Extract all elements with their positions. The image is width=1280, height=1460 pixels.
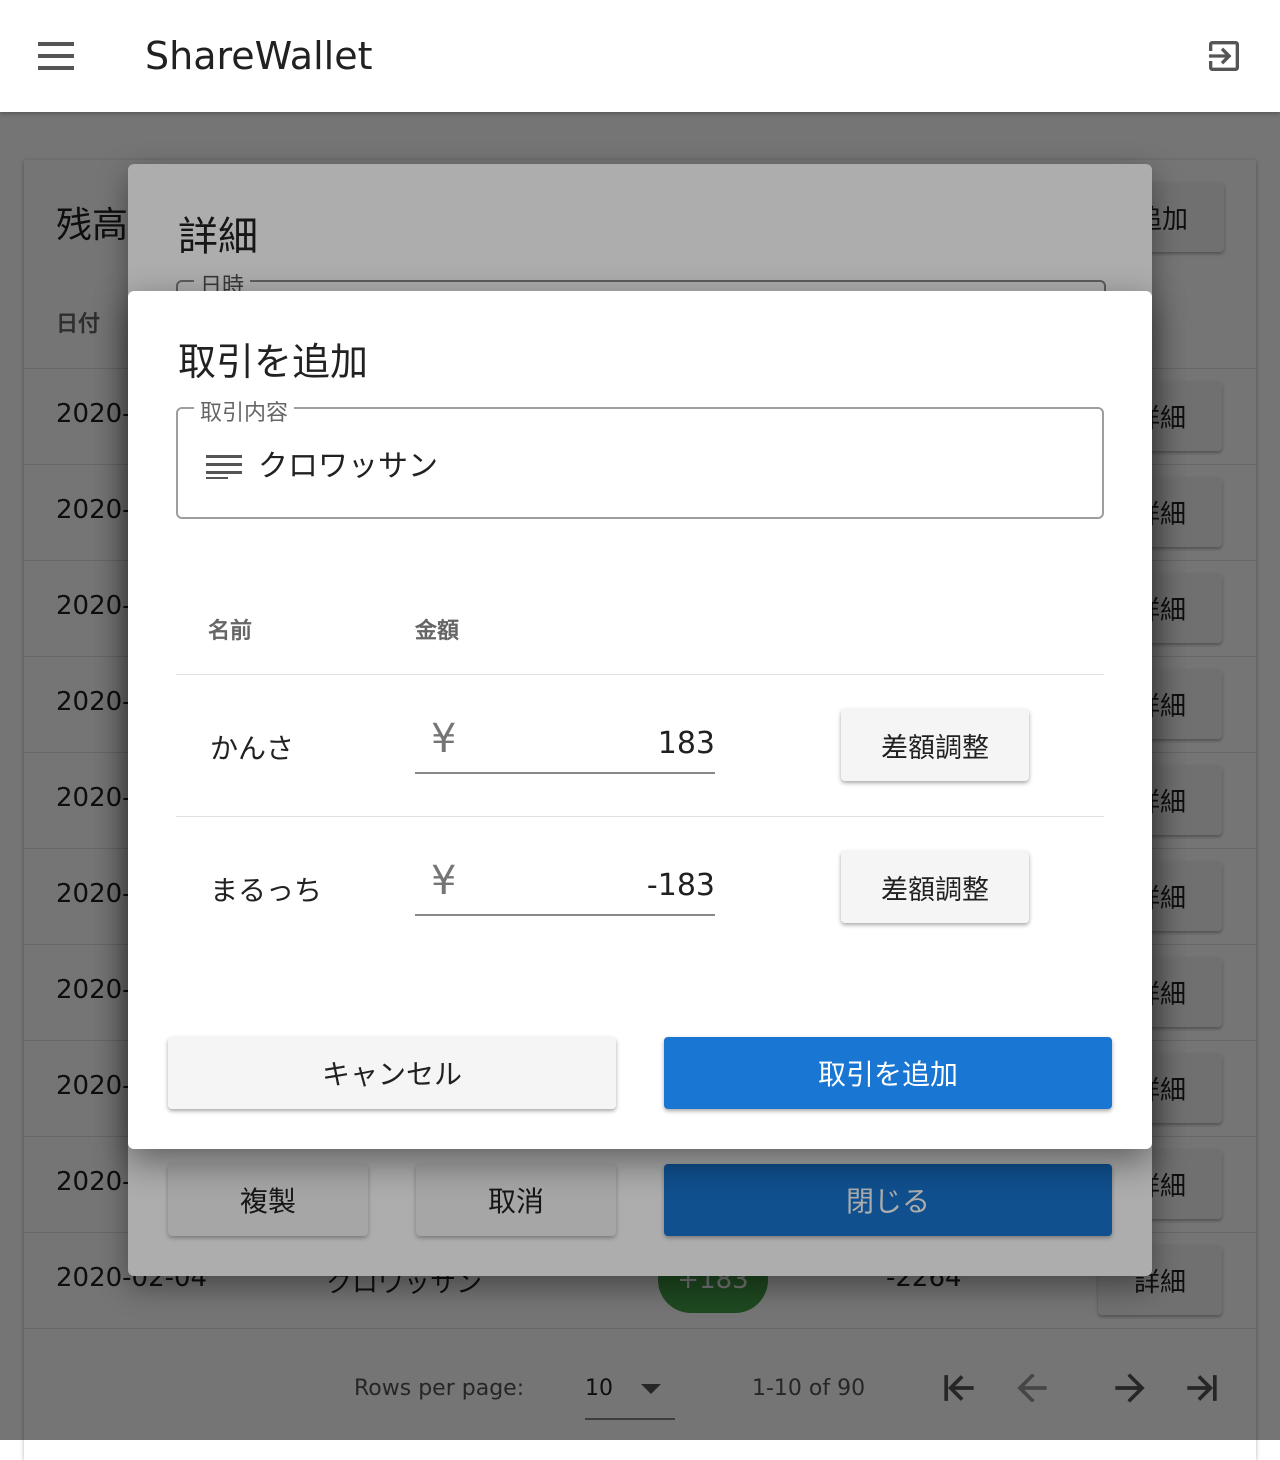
yen-icon: ¥ <box>431 858 457 904</box>
amount-field[interactable]: ¥ <box>415 716 717 774</box>
description-field[interactable]: クロワッサン <box>176 407 1104 519</box>
amount-input[interactable] <box>475 864 717 906</box>
amount-field[interactable]: ¥ <box>415 858 717 916</box>
cancel-button[interactable]: キャンセル <box>168 1037 616 1109</box>
divider <box>176 816 1104 817</box>
description-label: 取引内容 <box>194 395 295 427</box>
subject-icon <box>206 455 242 479</box>
dialog-title: 取引を追加 <box>178 340 369 384</box>
adjust-difference-button[interactable]: 差額調整 <box>841 851 1029 923</box>
member-name: まるっち <box>210 874 323 907</box>
adjust-difference-button[interactable]: 差額調整 <box>841 709 1029 781</box>
app-bar: ShareWallet <box>0 0 1280 112</box>
member-name: かんさ <box>210 732 295 765</box>
amount-input[interactable] <box>475 722 717 764</box>
divider <box>176 674 1104 675</box>
column-header-name: 名前 <box>208 619 253 644</box>
yen-icon: ¥ <box>431 716 457 762</box>
description-input[interactable]: クロワッサン <box>258 441 438 485</box>
add-transaction-dialog: 取引を追加 クロワッサン 取引内容 名前 金額 かんさ ¥ 差額調整 まるっち … <box>128 291 1152 1149</box>
menu-icon[interactable] <box>38 42 74 70</box>
logout-icon[interactable] <box>1204 36 1244 76</box>
column-header-amount: 金額 <box>415 619 460 644</box>
add-transaction-submit-button[interactable]: 取引を追加 <box>664 1037 1112 1109</box>
app-title: ShareWallet <box>145 34 373 78</box>
